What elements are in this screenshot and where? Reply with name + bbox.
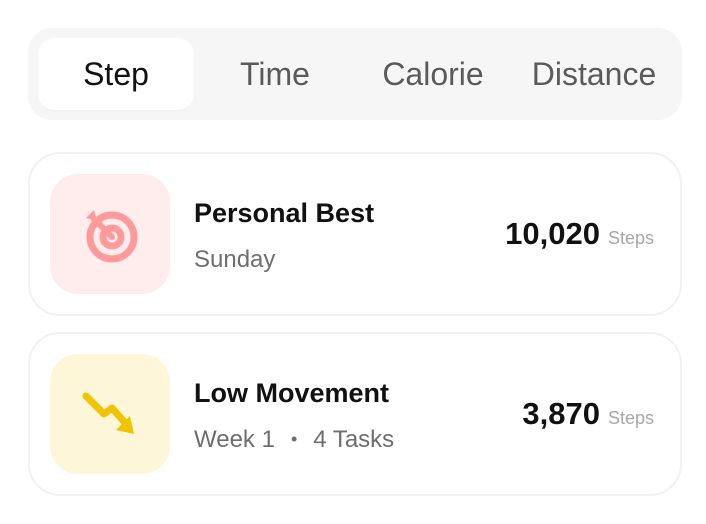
personal-best-card[interactable]: Personal Best Sunday 10,020 Steps [28, 152, 682, 316]
target-icon [86, 210, 138, 263]
tab-calorie[interactable]: Calorie [356, 38, 510, 110]
steps-unit: Steps [607, 408, 654, 428]
separator-dot: • [290, 429, 298, 449]
steps-unit: Steps [607, 228, 654, 248]
card-subtitle: Sunday [194, 246, 276, 273]
tab-time[interactable]: Time [198, 38, 352, 110]
tab-step[interactable]: Step [38, 38, 194, 110]
card-title: Low Movement [194, 378, 390, 408]
trend-down-icon [82, 392, 134, 434]
week-label: Week 1 [194, 426, 275, 453]
metric-tab-bar: Step Time Calorie Distance [28, 28, 682, 120]
personal-best-icon-tile [50, 174, 170, 294]
low-movement-icon-tile [50, 354, 170, 474]
steps-value: 10,020 [505, 216, 600, 251]
low-movement-card[interactable]: Low Movement Week 1 • 4 Tasks 3,870 Steps [28, 332, 682, 496]
activity-summary-screen: Step Time Calorie Distance Personal Best… [0, 0, 706, 524]
steps-value-group: 3,870 Steps [522, 396, 654, 432]
steps-value-group: 10,020 Steps [505, 216, 654, 252]
tab-distance[interactable]: Distance [516, 38, 672, 110]
card-title: Personal Best [194, 198, 375, 228]
steps-value: 3,870 [522, 396, 600, 431]
tasks-label: 4 Tasks [313, 426, 395, 453]
card-subtitle: Week 1 • 4 Tasks [194, 426, 394, 454]
